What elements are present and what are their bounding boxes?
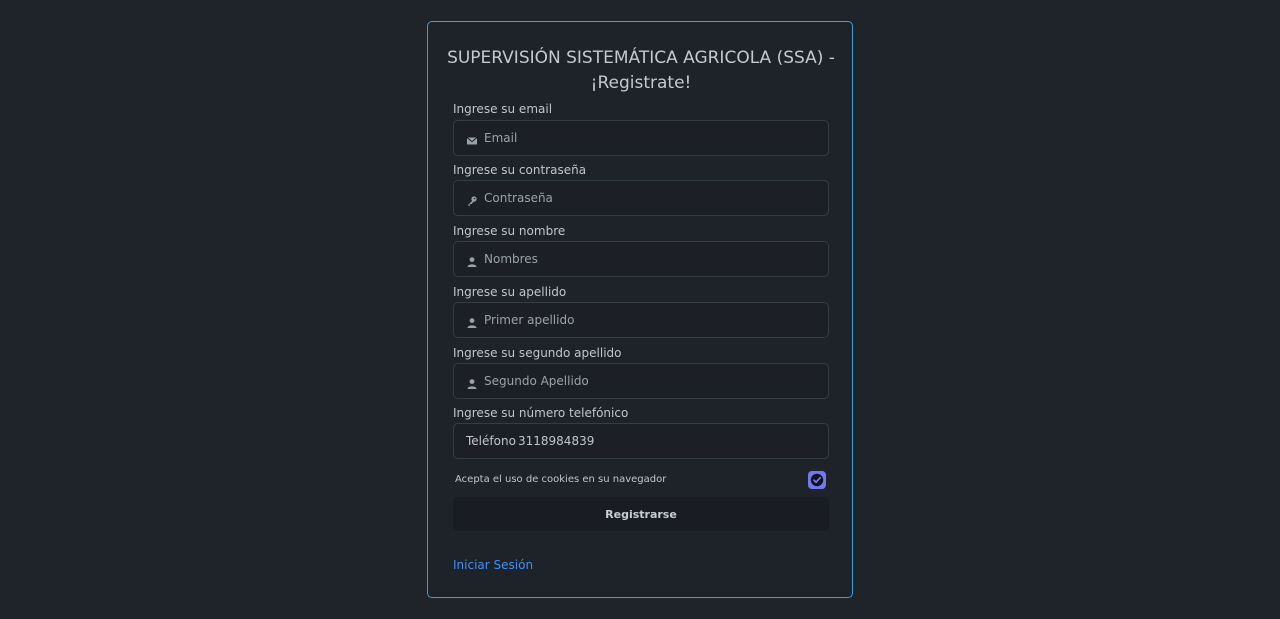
lastname-label: Ingrese su apellido bbox=[453, 285, 567, 299]
envelope-icon bbox=[466, 132, 478, 145]
second-lastname-label: Ingrese su segundo apellido bbox=[453, 346, 622, 360]
register-button[interactable]: Registrarse bbox=[453, 497, 829, 531]
login-link[interactable]: Iniciar Sesión bbox=[453, 558, 533, 572]
email-field-wrapper bbox=[453, 120, 829, 156]
form-title: SUPERVISIÓN SISTEMÁTICA AGRICOLA (SSA) -… bbox=[447, 48, 835, 93]
name-field-wrapper bbox=[453, 241, 829, 277]
phone-field-wrapper: Teléfono bbox=[453, 423, 829, 459]
name-input[interactable] bbox=[484, 242, 814, 276]
second-lastname-input[interactable] bbox=[484, 364, 814, 398]
lastname-input[interactable] bbox=[484, 303, 814, 337]
password-input[interactable] bbox=[484, 181, 814, 215]
user-icon bbox=[466, 375, 478, 389]
cookies-checkbox[interactable] bbox=[808, 471, 826, 489]
email-label: Ingrese su email bbox=[453, 102, 553, 116]
phone-label: Ingrese su número telefónico bbox=[453, 406, 629, 420]
email-input[interactable] bbox=[484, 121, 814, 155]
key-icon bbox=[466, 192, 478, 207]
user-icon bbox=[466, 314, 478, 328]
user-icon bbox=[466, 253, 478, 267]
phone-prefix: Teléfono bbox=[466, 434, 516, 448]
second-lastname-field-wrapper bbox=[453, 363, 829, 399]
phone-input[interactable] bbox=[518, 424, 818, 458]
cookies-label: Acepta el uso de cookies en su navegador bbox=[455, 474, 667, 485]
checkmark-icon bbox=[810, 473, 824, 487]
lastname-field-wrapper bbox=[453, 302, 829, 338]
name-label: Ingrese su nombre bbox=[453, 224, 566, 238]
password-field-wrapper bbox=[453, 180, 829, 216]
password-label: Ingrese su contraseña bbox=[453, 163, 587, 177]
register-card: SUPERVISIÓN SISTEMÁTICA AGRICOLA (SSA) -… bbox=[427, 21, 853, 598]
